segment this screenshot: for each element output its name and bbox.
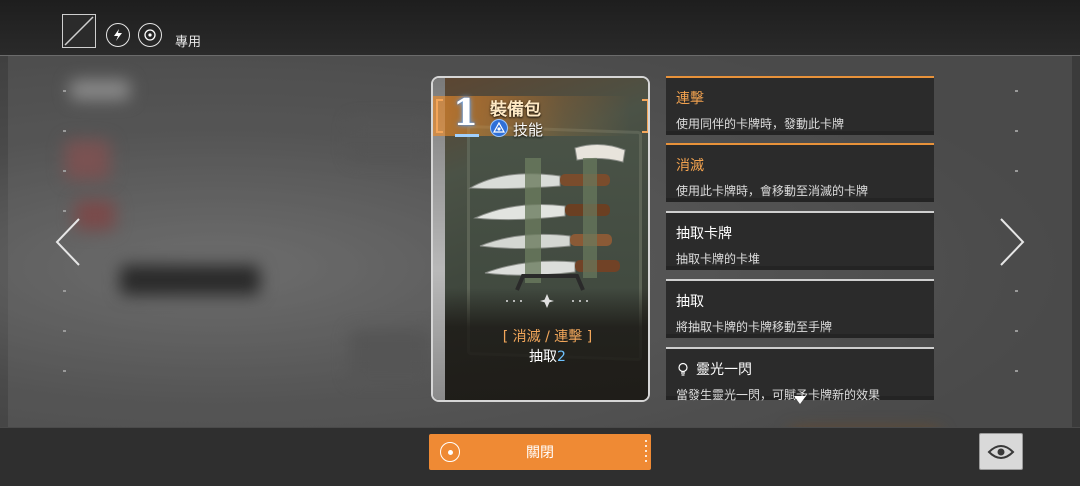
- cost-underline: [455, 134, 479, 137]
- scroll-down-indicator[interactable]: [794, 396, 806, 404]
- slash-filter-icon[interactable]: [62, 14, 96, 48]
- eye-icon: [987, 444, 1015, 459]
- keyword-desc: 使用此卡牌時，會移動至消滅的卡牌: [676, 184, 869, 198]
- background-blur-shape: [350, 330, 430, 380]
- eye-toggle-button[interactable]: [979, 433, 1023, 470]
- next-card-arrow[interactable]: [992, 212, 1032, 272]
- background-blur-shape: [120, 265, 260, 295]
- skill-icon: [490, 119, 508, 137]
- keyword-panel-draw: 抽取 將抽取卡牌的卡牌移動至手牌: [666, 279, 934, 338]
- keyword-desc: 使用同伴的卡牌時，發動此卡牌: [676, 117, 845, 131]
- header-left-bracket: [436, 99, 443, 133]
- header-right-bracket: [642, 99, 648, 133]
- background-blur-shape: [65, 140, 110, 180]
- card-keywords: [ 消滅 / 連擊 ]: [502, 329, 593, 345]
- card-type: 技能: [513, 121, 544, 139]
- keyword-title: 消滅: [676, 158, 704, 174]
- card-divider-ornament: [506, 294, 588, 308]
- close-button-label: 關閉: [526, 445, 554, 461]
- keyword-panel-draw-pile: 抽取卡牌 抽取卡牌的卡堆: [666, 211, 934, 270]
- button-circle-icon: [440, 442, 460, 462]
- keyword-desc: 將抽取卡牌的卡牌移動至手牌: [676, 320, 833, 334]
- close-button[interactable]: 關閉: [429, 434, 651, 470]
- keyword-panel-combo: 連擊 使用同伴的卡牌時，發動此卡牌: [666, 76, 934, 135]
- keyword-title: 抽取卡牌: [676, 226, 732, 242]
- effect-text: 抽取: [529, 349, 558, 365]
- effect-number: 2: [557, 349, 566, 365]
- lightbulb-icon: [678, 362, 688, 376]
- knives-illustration: [468, 144, 626, 283]
- target-icon[interactable]: [138, 23, 162, 47]
- top-bar: 專用: [0, 0, 1080, 56]
- keyword-title: 抽取: [676, 294, 704, 310]
- card-effect: 抽取2: [445, 346, 648, 366]
- skill-card: 1 裝備包 技能 [ 消滅 / 連擊 ] 抽取2: [431, 76, 650, 402]
- previous-card-arrow[interactable]: [48, 212, 88, 272]
- keyword-panel-exhaust: 消滅 使用此卡牌時，會移動至消滅的卡牌: [666, 143, 934, 202]
- keyword-title: 靈光一閃: [696, 362, 752, 378]
- lightning-icon[interactable]: [106, 23, 130, 47]
- keyword-title: 連擊: [676, 91, 704, 107]
- exclusive-label: 專用: [175, 35, 202, 50]
- button-edge-dots: [645, 440, 647, 464]
- keyword-panel-epiphany: 靈光一閃 當發生靈光一閃，可賦予卡牌新的效果: [666, 347, 934, 402]
- card-name: 裝備包: [490, 100, 541, 120]
- keyword-desc: 抽取卡牌的卡堆: [676, 252, 761, 266]
- background-blur-shape: [70, 80, 130, 100]
- background-blur-shape: [350, 120, 430, 160]
- card-cost: 1: [453, 92, 479, 134]
